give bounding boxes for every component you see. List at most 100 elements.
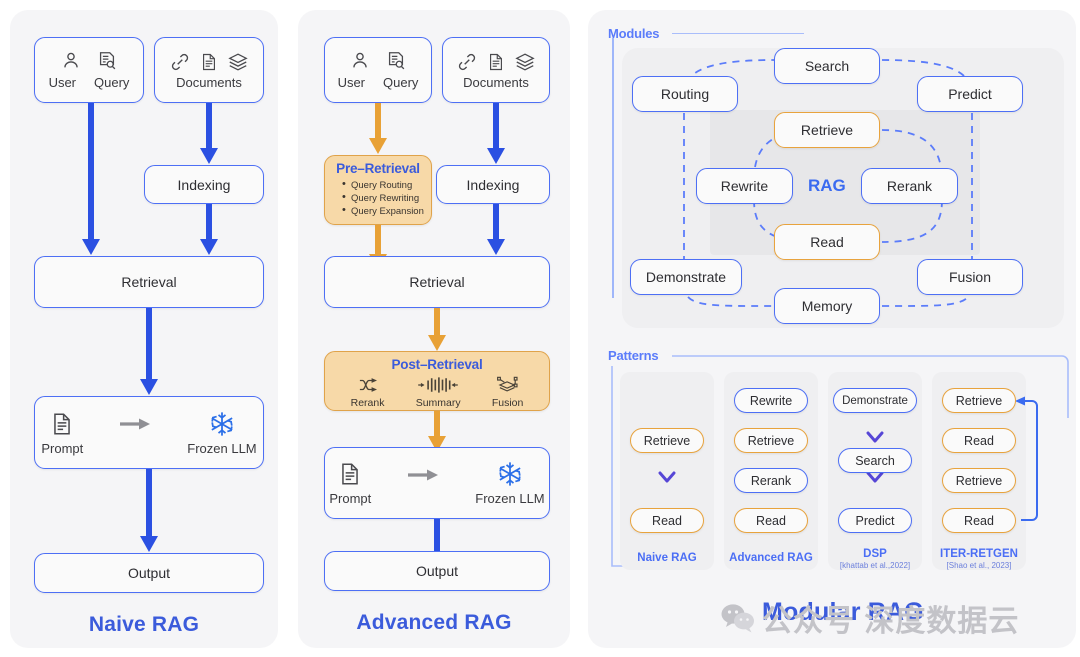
naive-retrieval-box[interactable]: Retrieval <box>34 256 264 308</box>
pattern-advanced-step-rerank[interactable]: Rerank <box>734 468 808 493</box>
advanced-llm-box[interactable]: Prompt Frozen LLM <box>324 447 550 519</box>
naive-prompt-label: Prompt <box>41 440 84 456</box>
document-icon <box>342 463 359 485</box>
naive-rag-panel: User Query Documents Indexing Retrieval … <box>10 10 278 648</box>
naive-indexing-box[interactable]: Indexing <box>144 165 264 204</box>
user-icon <box>353 52 367 68</box>
advanced-indexing-box[interactable]: Indexing <box>436 165 550 204</box>
module-demonstrate[interactable]: Demonstrate <box>630 259 742 295</box>
advanced-output-label: Output <box>415 563 459 579</box>
pattern-step-label: Demonstrate <box>842 394 908 407</box>
advanced-query-label: Query <box>383 75 419 90</box>
pattern-advanced-name: Advanced RAG <box>729 552 813 564</box>
naive-arrow-retrieval-to-llm <box>140 308 158 395</box>
pattern-step-label: Rewrite <box>749 393 793 408</box>
post-retrieval-box[interactable]: Post–Retrieval Rerank Summary Fusion <box>324 351 550 411</box>
module-fusion-label: Fusion <box>948 269 992 285</box>
pattern-naive-step-read[interactable]: Read <box>630 508 704 533</box>
snowflake-icon <box>499 462 521 486</box>
advanced-frozen-llm-cell: Frozen LLM <box>475 460 545 506</box>
rerank-label: Rerank <box>350 397 385 409</box>
naive-documents-box[interactable]: Documents <box>154 37 264 103</box>
modules-frame-left-border <box>612 38 614 298</box>
advanced-retrieval-box[interactable]: Retrieval <box>324 256 550 308</box>
rag-center-label: RAG <box>808 176 846 195</box>
pattern-advanced-step-read[interactable]: Read <box>734 508 808 533</box>
link-icon <box>171 53 189 70</box>
pattern-dsp-step-predict[interactable]: Predict <box>838 508 912 533</box>
pattern-step-label: Read <box>964 513 994 528</box>
pattern-step-label: Retrieve <box>955 393 1003 408</box>
advanced-retrieval-label: Retrieval <box>409 274 465 290</box>
pattern-step-label: Predict <box>855 513 895 528</box>
advanced-documents-box[interactable]: Documents <box>442 37 550 103</box>
pre-retrieval-box[interactable]: Pre–Retrieval Query Routing Query Rewrit… <box>324 155 432 225</box>
advanced-rag-panel: User Query Documents Pre–Retrieval • Que… <box>298 10 570 648</box>
post-retrieval-title: Post–Retrieval <box>391 357 483 372</box>
watermark: 公众号 深度数据云 <box>706 592 1068 644</box>
rerank-cell: Rerank <box>350 376 385 409</box>
pattern-naive-step-retrieve[interactable]: Retrieve <box>630 428 704 453</box>
pattern-iter-step-retrieve-2[interactable]: Retrieve <box>942 468 1016 493</box>
pattern-iter-name: ITER-RETGEN <box>940 548 1018 560</box>
advanced-prompt-label: Prompt <box>329 491 372 506</box>
modules-section-rule <box>672 33 804 35</box>
module-rerank[interactable]: Rerank <box>861 168 958 204</box>
link-icon <box>458 53 476 70</box>
naive-query-label: Query <box>94 75 130 90</box>
pattern-iter-citation: [Shao et al., 2023] <box>946 561 1012 570</box>
module-retrieve-label: Retrieve <box>800 122 854 138</box>
summary-cell: Summary <box>416 376 461 409</box>
module-read-label: Read <box>810 234 844 250</box>
module-rewrite[interactable]: Rewrite <box>696 168 793 204</box>
user-icon-cell <box>60 50 82 72</box>
pattern-step-label: Retrieve <box>643 433 691 448</box>
watermark-text: 公众号 深度数据云 <box>762 605 1020 638</box>
naive-arrow-documents-to-indexing <box>200 103 218 164</box>
advanced-arrow-documents-to-indexing <box>487 103 505 164</box>
pattern-iter-step-retrieve-1[interactable]: Retrieve <box>942 388 1016 413</box>
naive-output-label: Output <box>127 565 171 581</box>
module-demonstrate-label: Demonstrate <box>645 269 727 285</box>
module-predict[interactable]: Predict <box>917 76 1023 112</box>
advanced-documents-label: Documents <box>463 74 529 90</box>
pattern-step-label: Search <box>855 453 895 468</box>
naive-llm-box[interactable]: Prompt Frozen LLM <box>34 396 264 469</box>
pre-retrieval-list: Query Routing Query Rewriting Query Expa… <box>325 178 431 218</box>
pattern-step-label: Read <box>652 513 682 528</box>
snowflake-icon <box>211 411 233 436</box>
stack-merge-icon <box>496 376 518 392</box>
layers-icon <box>228 52 248 71</box>
naive-user-query-box[interactable]: User Query <box>34 37 144 103</box>
advanced-rag-title: Advanced RAG <box>356 611 512 634</box>
pattern-iter-step-read-1[interactable]: Read <box>942 428 1016 453</box>
naive-rag-title: Naive RAG <box>88 613 200 636</box>
right-arrow-icon <box>408 469 439 480</box>
pattern-step-label: Retrieve <box>955 473 1003 488</box>
pattern-advanced-step-retrieve[interactable]: Retrieve <box>734 428 808 453</box>
naive-documents-label: Documents <box>176 74 242 90</box>
advanced-output-box[interactable]: Output <box>324 551 550 591</box>
pattern-advanced-step-rewrite[interactable]: Rewrite <box>734 388 808 413</box>
pattern-iter-step-read-2[interactable]: Read <box>942 508 1016 533</box>
advanced-user-query-box[interactable]: User Query <box>324 37 432 103</box>
pattern-step-label: Read <box>964 433 994 448</box>
right-arrow-icon <box>120 418 151 430</box>
pattern-dsp-step-search[interactable]: Search <box>838 448 912 473</box>
advanced-user-label: User <box>337 75 366 90</box>
module-retrieve[interactable]: Retrieve <box>774 112 880 148</box>
module-routing[interactable]: Routing <box>632 76 738 112</box>
module-memory[interactable]: Memory <box>774 288 880 324</box>
fusion-cell: Fusion <box>491 376 524 409</box>
advanced-arrow-query-to-preretrieval <box>369 103 387 154</box>
pattern-dsp-step-demonstrate[interactable]: Demonstrate <box>833 388 917 413</box>
fusion-label: Fusion <box>491 397 524 409</box>
naive-output-box[interactable]: Output <box>34 553 264 593</box>
advanced-indexing-label: Indexing <box>466 176 520 193</box>
shuffle-icon <box>359 378 377 392</box>
module-fusion[interactable]: Fusion <box>917 259 1023 295</box>
naive-arrow-indexing-to-retrieval <box>200 204 218 255</box>
module-search[interactable]: Search <box>774 48 880 84</box>
waveform-compress-icon <box>418 377 458 393</box>
module-read[interactable]: Read <box>774 224 880 260</box>
